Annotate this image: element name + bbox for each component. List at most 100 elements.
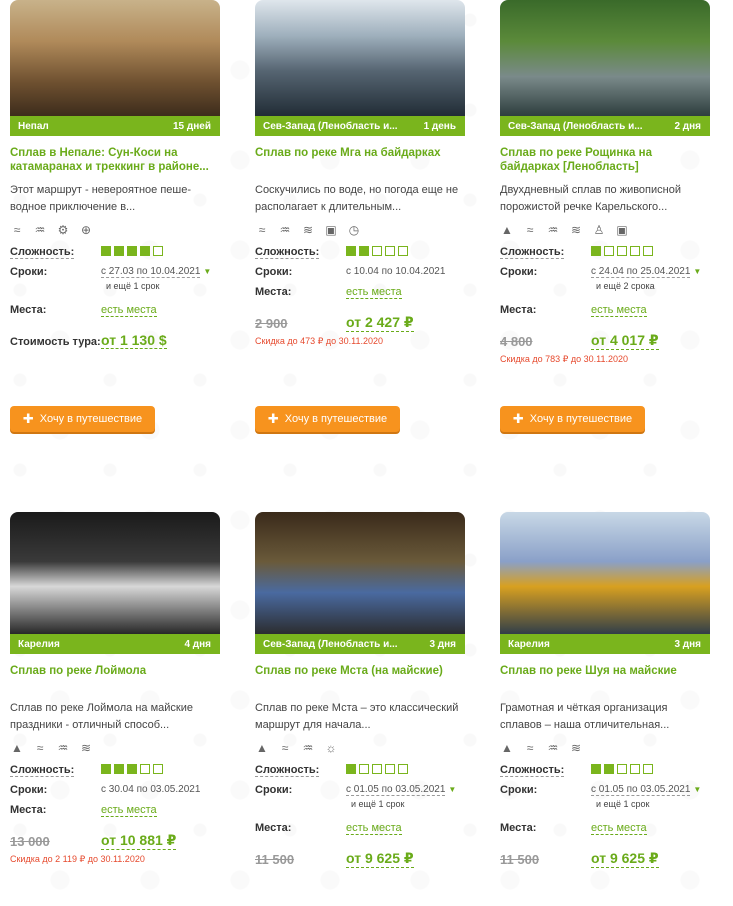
difficulty-square: [101, 764, 111, 774]
tour-price[interactable]: от 9 625 ₽: [346, 850, 414, 868]
tour-activity-icons: ▲ ≈ ♒ ☼: [255, 740, 465, 756]
difficulty-label: Сложность:: [500, 246, 565, 259]
want-trip-button[interactable]: ✚ Хочу в путешествие: [500, 406, 645, 432]
tour-title-link[interactable]: Сплав в Непале: Сун-Коси на катамаранах …: [10, 146, 220, 174]
tour-info: Сложность: Сроки: с 30.04 по 03.05.2021 Мес…: [10, 764, 220, 906]
tour-activity-icons: ▲ ≈ ♒ ≋: [500, 740, 710, 756]
tent-icon: ▲: [11, 741, 23, 755]
dates-select[interactable]: с 27.03 по 10.04.2021 ▼: [101, 266, 211, 278]
places-link[interactable]: есть места: [346, 286, 402, 299]
tour-card: Сев-Запад (Ленобласть и... 2 дня Сплав по …: [500, 0, 710, 432]
tour-photo[interactable]: Сев-Запад (Ленобласть и... 2 дня: [500, 0, 710, 136]
want-trip-button-label: Хочу в путешествие: [284, 413, 388, 425]
tour-region: Непал: [18, 120, 49, 132]
dates-select[interactable]: с 30.04 по 03.05.2021: [101, 784, 200, 795]
places-label: Места:: [500, 304, 537, 316]
chevron-down-icon: ▼: [693, 267, 702, 276]
tour-photo[interactable]: Сев-Запад (Ленобласть и... 1 день: [255, 0, 465, 136]
dates-value: с 10.04 по 10.04.2021: [346, 266, 446, 277]
tour-image: [255, 512, 465, 636]
tour-price[interactable]: от 9 625 ₽: [591, 850, 659, 868]
dates-select[interactable]: с 24.04 по 25.04.2021 ▼: [591, 266, 702, 278]
tour-info: Сложность: Сроки: с 01.05 по 03.05.2021 ▼ и …: [500, 764, 710, 906]
plus-icon: ✚: [22, 411, 34, 426]
tour-photo[interactable]: Карелия 3 дня: [500, 512, 710, 654]
tour-description: Соскучились по воде, но погода еще не ра…: [255, 184, 459, 213]
dates-select[interactable]: с 01.05 по 03.05.2021 ▼: [591, 784, 701, 796]
tour-duration: 3 дня: [429, 638, 456, 650]
sun-icon: ☼: [325, 741, 337, 755]
want-trip-button[interactable]: ✚ Хочу в путешествие: [10, 406, 155, 432]
places-link[interactable]: есть места: [101, 304, 157, 317]
difficulty-square: [114, 764, 124, 774]
dates-value: с 27.03 по 10.04.2021: [101, 266, 201, 278]
dates-select[interactable]: с 10.04 по 10.04.2021: [346, 266, 445, 277]
difficulty-square: [127, 246, 137, 256]
difficulty-square: [372, 246, 382, 256]
dates-label: Сроки:: [500, 266, 538, 278]
bike-icon: ⚙: [57, 223, 69, 237]
tour-region: Сев-Запад (Ленобласть и...: [508, 120, 643, 132]
difficulty-square: [398, 246, 408, 256]
old-price: 11 500: [255, 852, 295, 867]
places-link[interactable]: есть места: [101, 804, 157, 817]
tour-title-link[interactable]: Сплав по реке Мста (на майские): [255, 664, 465, 692]
tour-price[interactable]: от 2 427 ₽: [346, 314, 414, 332]
places-link[interactable]: есть места: [346, 822, 402, 835]
old-price: 13 000: [10, 834, 50, 849]
tour-image: [500, 0, 710, 118]
dates-label: Сроки:: [500, 784, 538, 796]
difficulty-square: [604, 246, 614, 256]
dates-label: Сроки:: [255, 784, 293, 796]
tour-title-link[interactable]: Сплав по реке Рощинка на байдарках [Лено…: [500, 146, 710, 174]
dates-select[interactable]: с 01.05 по 03.05.2021 ▼: [346, 784, 457, 796]
swimmer-icon: ♒: [547, 223, 559, 237]
tour-image: [500, 512, 710, 636]
waves-icon: ≈: [526, 741, 534, 755]
tour-duration: 3 дня: [674, 638, 701, 650]
plus-icon: ✚: [512, 411, 524, 426]
swimmer-icon: ♒: [302, 741, 314, 755]
tour-title-link[interactable]: Сплав по реке Лоймола: [10, 664, 220, 692]
tour-activity-icons: ≈ ♒ ⚙ ⊕: [10, 222, 220, 238]
tour-info: Сложность: Сроки: с 27.03 по 10.04.2021 ▼ и …: [10, 246, 220, 426]
plus-icon: ✚: [267, 411, 279, 426]
tour-photo-bar: Сев-Запад (Ленобласть и... 2 дня: [500, 116, 710, 136]
places-link[interactable]: есть места: [591, 822, 647, 835]
timer-icon: ◷: [348, 223, 360, 237]
tour-price[interactable]: от 1 130 $: [101, 332, 167, 349]
tour-description: Сплав по реке Лоймола на майские праздни…: [10, 702, 193, 731]
rapids-icon: ≋: [570, 741, 582, 755]
difficulty-label: Сложность:: [10, 246, 75, 259]
dates-label: Сроки:: [10, 266, 48, 278]
swimmer-icon: ♒: [279, 223, 291, 237]
difficulty-square: [101, 246, 111, 256]
tour-photo-bar: Сев-Запад (Ленобласть и... 3 дня: [255, 634, 465, 654]
want-trip-button[interactable]: ✚ Хочу в путешествие: [255, 406, 400, 432]
tour-duration: 15 дней: [173, 120, 211, 132]
tour-region: Сев-Запад (Ленобласть и...: [263, 638, 398, 650]
tour-info: Сложность: Сроки: с 01.05 по 03.05.2021 ▼ и …: [255, 764, 465, 906]
difficulty-label: Сложность:: [255, 764, 320, 777]
tent-icon: ▲: [501, 741, 513, 755]
places-link[interactable]: есть места: [591, 304, 647, 317]
waves-icon: ≈: [526, 223, 534, 237]
difficulty-square: [591, 246, 601, 256]
tour-image: [255, 0, 465, 118]
chevron-down-icon: ▼: [448, 785, 457, 794]
difficulty-square: [398, 764, 408, 774]
difficulty-label: Сложность:: [10, 764, 75, 777]
dates-extra: и ещё 1 срок: [351, 799, 405, 809]
tour-photo[interactable]: Сев-Запад (Ленобласть и... 3 дня: [255, 512, 465, 654]
cost-label: Стоимость тура:: [10, 336, 101, 348]
tour-activity-icons: ▲ ≈ ♒ ≋ ♙ ▣: [500, 222, 710, 238]
tour-photo[interactable]: Карелия 4 дня: [10, 512, 220, 654]
tour-price[interactable]: от 10 881 ₽: [101, 832, 177, 850]
tour-title-link[interactable]: Сплав по реке Мга на байдарках: [255, 146, 465, 174]
dates-value: с 01.05 по 03.05.2021: [591, 784, 691, 796]
tent-icon: ▲: [501, 223, 513, 237]
tour-image: [10, 0, 220, 118]
tour-title-link[interactable]: Сплав по реке Шуя на майские: [500, 664, 710, 692]
tour-photo[interactable]: Непал 15 дней: [10, 0, 220, 136]
tour-price[interactable]: от 4 017 ₽: [591, 332, 659, 350]
